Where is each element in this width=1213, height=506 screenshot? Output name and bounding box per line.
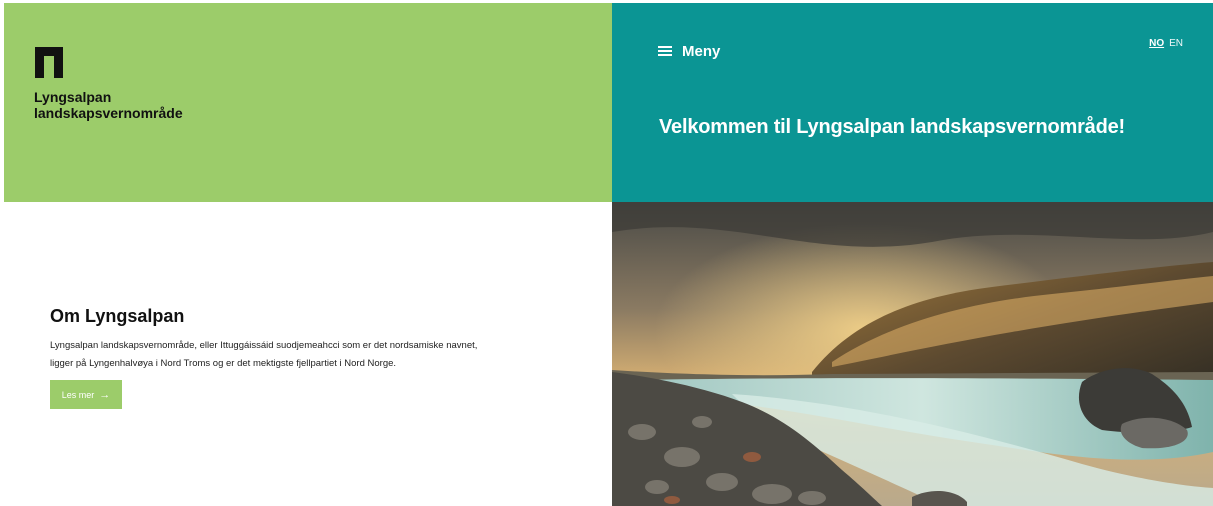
landscape-photo xyxy=(612,202,1213,506)
site-name-line2: landskapsvernområde xyxy=(34,105,183,121)
about-text-line2: ligger på Lyngenhalvøya i Nord Troms og … xyxy=(50,358,397,369)
arrow-right-icon: → xyxy=(99,388,111,401)
about-title: Om Lyngsalpan xyxy=(50,306,185,326)
about-section: Om Lyngsalpan Lyngsalpan landskapsvernom… xyxy=(50,306,570,373)
hamburger-menu-icon xyxy=(658,46,672,57)
lang-en-link[interactable]: EN xyxy=(1169,38,1183,49)
menu-button[interactable]: Meny xyxy=(658,43,720,60)
logo-mark-icon[interactable] xyxy=(35,47,63,78)
hero-title: Velkommen til Lyngsalpan landskapsvernom… xyxy=(659,116,1125,138)
read-more-label: Les mer xyxy=(61,389,95,400)
site-name-line1: Lyngsalpan xyxy=(34,89,112,105)
language-switcher: NO EN xyxy=(1149,38,1183,49)
brand-panel: Lyngsalpan landskapsvernområde xyxy=(4,3,612,202)
menu-label: Meny xyxy=(682,43,721,60)
lang-no-link[interactable]: NO xyxy=(1149,38,1164,49)
read-more-button[interactable]: Les mer → xyxy=(50,380,122,409)
about-text-line1: Lyngsalpan landskapsvernområde, eller It… xyxy=(50,340,478,351)
about-text: Lyngsalpan landskapsvernområde, eller It… xyxy=(50,337,570,373)
site-name[interactable]: Lyngsalpan landskapsvernområde xyxy=(34,89,183,121)
header-panel: Meny NO EN Velkommen til Lyngsalpan land… xyxy=(612,3,1213,202)
